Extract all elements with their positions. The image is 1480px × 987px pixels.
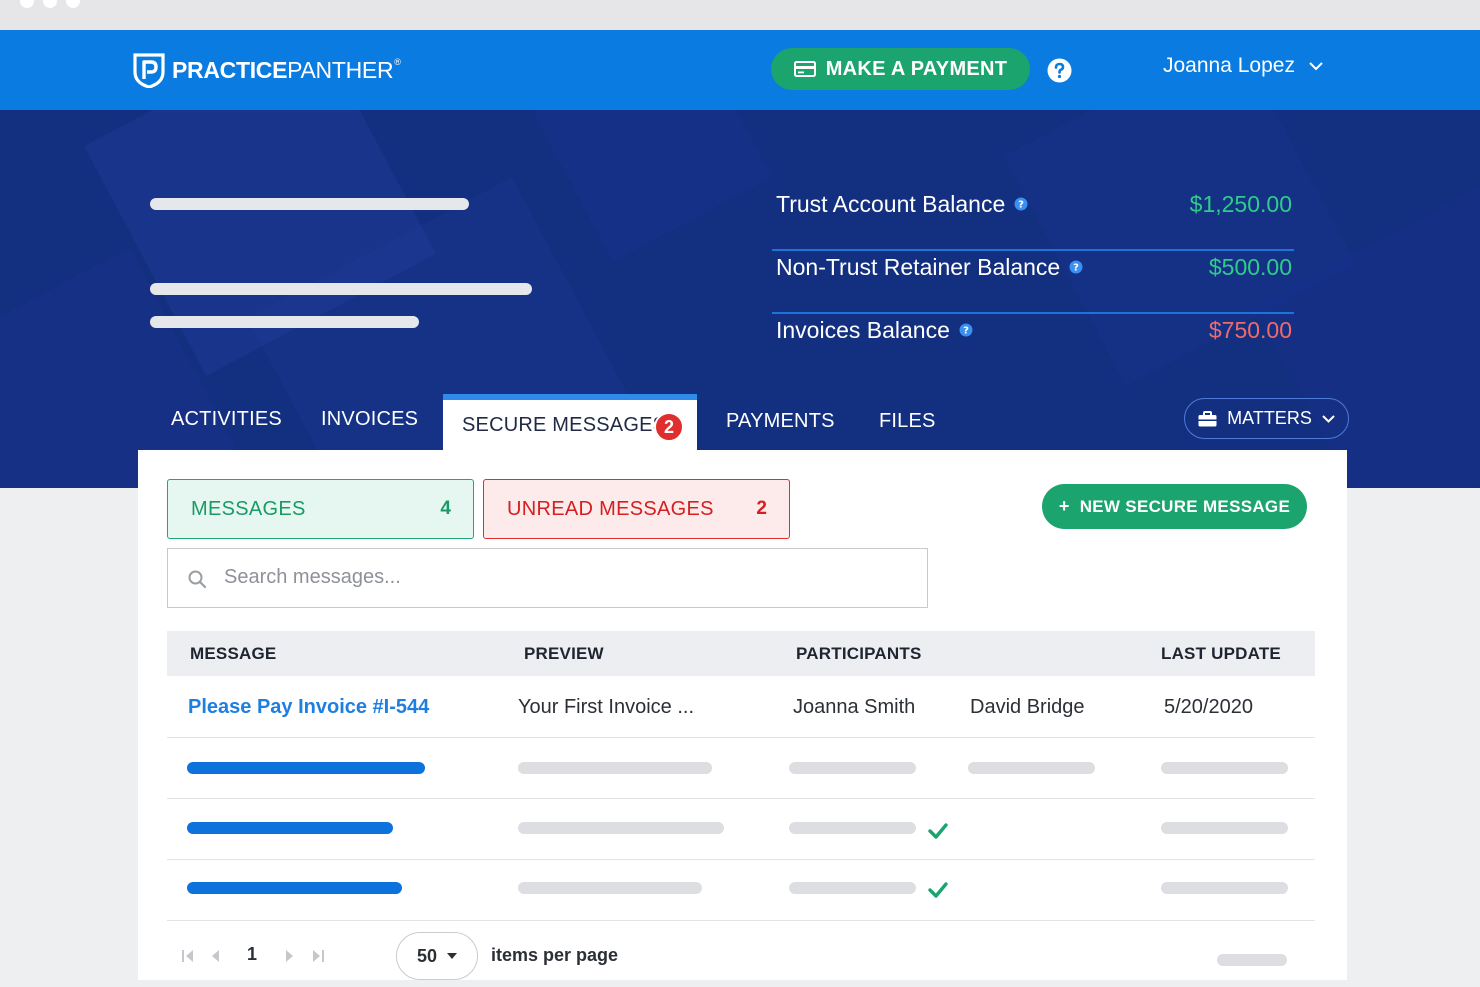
- date-placeholder: [1161, 762, 1288, 774]
- plus-icon: +: [1058, 496, 1070, 516]
- window-dot: [66, 0, 80, 8]
- chevron-down-icon: [1322, 414, 1335, 423]
- invoices-balance-label: Invoices Balance: [776, 316, 950, 343]
- search-box: [167, 548, 928, 608]
- participant-placeholder: [789, 762, 916, 774]
- trust-account-balance-row: Trust Account Balance ? $1,250.00: [772, 188, 1294, 251]
- preview-placeholder: [518, 822, 724, 834]
- message-preview: Your First Invoice ...: [518, 695, 694, 718]
- matters-dropdown[interactable]: MATTERS: [1184, 398, 1349, 439]
- unread-messages-filter-count: 2: [756, 498, 767, 519]
- new-secure-message-button[interactable]: + NEW SECURE MESSAGE: [1042, 484, 1307, 529]
- svg-text:?: ?: [963, 326, 969, 337]
- preview-placeholder: [518, 762, 712, 774]
- message-placeholder: [187, 762, 425, 774]
- info-icon[interactable]: ?: [1069, 260, 1083, 274]
- items-per-page-select[interactable]: 50: [396, 932, 478, 980]
- messages-filter[interactable]: MESSAGES 4: [167, 479, 474, 539]
- column-header-preview[interactable]: PREVIEW: [524, 631, 604, 676]
- trust-account-balance-value: $1,250.00: [1189, 190, 1292, 217]
- make-payment-button[interactable]: MAKE A PAYMENT: [771, 48, 1030, 90]
- participant-placeholder: [789, 822, 916, 834]
- client-detail-placeholder: [150, 316, 419, 328]
- make-payment-label: MAKE A PAYMENT: [825, 57, 1008, 80]
- next-page-icon[interactable]: [282, 948, 296, 964]
- non-trust-retainer-balance-label: Non-Trust Retainer Balance: [776, 253, 1061, 280]
- search-input[interactable]: [224, 549, 914, 606]
- new-secure-message-label: NEW SECURE MESSAGE: [1079, 496, 1291, 516]
- unread-messages-filter-label: UNREAD MESSAGES: [507, 497, 714, 520]
- window-dot: [43, 0, 57, 8]
- search-icon: [188, 570, 206, 588]
- svg-text:?: ?: [1018, 200, 1024, 211]
- balances-panel: Trust Account Balance ? $1,250.00 Non-Tr…: [772, 188, 1294, 377]
- read-check-icon: [928, 823, 948, 839]
- chevron-down-icon: [1309, 61, 1323, 70]
- unread-count-badge: 2: [654, 412, 684, 442]
- brand-logo[interactable]: PRACTICEPANTHER®: [132, 52, 401, 88]
- participant-placeholder: [789, 882, 916, 894]
- invoices-balance-row: Invoices Balance ? $750.00: [772, 314, 1294, 377]
- page-summary-placeholder: [1217, 954, 1287, 966]
- messages-filter-count: 4: [440, 498, 451, 519]
- tab-invoices[interactable]: INVOICES: [321, 408, 418, 431]
- participant-placeholder: [968, 762, 1095, 774]
- client-name-placeholder: [150, 198, 469, 210]
- current-page: 1: [247, 944, 258, 964]
- first-page-icon[interactable]: [181, 948, 195, 964]
- non-trust-retainer-balance-row: Non-Trust Retainer Balance ? $500.00: [772, 251, 1294, 314]
- table-row-placeholder: [167, 860, 1315, 921]
- svg-text:?: ?: [1073, 263, 1079, 274]
- date-placeholder: [1161, 822, 1288, 834]
- column-header-participants[interactable]: PARTICIPANTS: [796, 631, 922, 676]
- info-icon[interactable]: ?: [1014, 197, 1028, 211]
- participant-name: Joanna Smith: [793, 695, 916, 718]
- non-trust-retainer-balance-value: $500.00: [1208, 253, 1292, 280]
- last-update-date: 5/20/2020: [1164, 695, 1253, 718]
- preview-placeholder: [518, 882, 702, 894]
- pagination: 1 50 items per page: [167, 930, 1315, 982]
- participant-name: David Bridge: [970, 695, 1085, 718]
- browser-chrome: [0, 0, 1480, 30]
- column-header-last-update[interactable]: LAST UPDATE: [1161, 631, 1281, 676]
- column-header-message[interactable]: MESSAGE: [190, 631, 276, 676]
- matters-label: MATTERS: [1227, 408, 1312, 428]
- message-placeholder: [187, 822, 393, 834]
- user-name: Joanna Lopez: [1163, 54, 1295, 77]
- table-header: MESSAGE PREVIEW PARTICIPANTS LAST UPDATE: [167, 631, 1315, 676]
- panther-p-shield-icon: [133, 53, 165, 88]
- info-icon[interactable]: ?: [959, 323, 973, 337]
- message-subject-link[interactable]: Please Pay Invoice #I-544: [188, 677, 429, 737]
- invoices-balance-value: $750.00: [1208, 316, 1292, 343]
- caret-down-icon: [447, 953, 458, 959]
- user-menu[interactable]: Joanna Lopez: [1163, 54, 1323, 78]
- table-row[interactable]: Please Pay Invoice #I-544 Your First Inv…: [167, 677, 1315, 738]
- trust-account-balance-label: Trust Account Balance: [776, 190, 1006, 217]
- tab-payments[interactable]: PAYMENTS: [726, 410, 835, 433]
- items-per-page-value: 50: [416, 945, 438, 966]
- date-placeholder: [1161, 882, 1288, 894]
- table-row-placeholder: [167, 799, 1315, 860]
- previous-page-icon[interactable]: [209, 948, 223, 964]
- window-dot: [20, 0, 34, 8]
- read-check-icon: [928, 882, 948, 898]
- tab-secure-messages[interactable]: SECURE MESSAGES 2: [443, 394, 697, 452]
- tab-activities[interactable]: ACTIVITIES: [171, 408, 282, 431]
- last-page-icon[interactable]: [311, 948, 325, 964]
- messages-filter-label: MESSAGES: [191, 497, 306, 520]
- items-per-page-label: items per page: [491, 945, 619, 965]
- top-navigation-bar: PRACTICEPANTHER® MAKE A PAYMENT Joanna L…: [0, 30, 1480, 110]
- background-shape: [528, 110, 772, 262]
- message-placeholder: [187, 882, 402, 894]
- brand-name: PRACTICEPANTHER®: [172, 56, 401, 83]
- question-circle-icon[interactable]: [1047, 58, 1072, 83]
- credit-card-icon: [793, 61, 816, 77]
- tab-files[interactable]: FILES: [879, 410, 936, 433]
- briefcase-icon: [1198, 410, 1217, 426]
- unread-messages-filter[interactable]: UNREAD MESSAGES 2: [483, 479, 790, 539]
- client-detail-placeholder: [150, 283, 532, 295]
- tab-secure-messages-label: SECURE MESSAGES: [462, 414, 667, 436]
- table-row-placeholder: [167, 738, 1315, 799]
